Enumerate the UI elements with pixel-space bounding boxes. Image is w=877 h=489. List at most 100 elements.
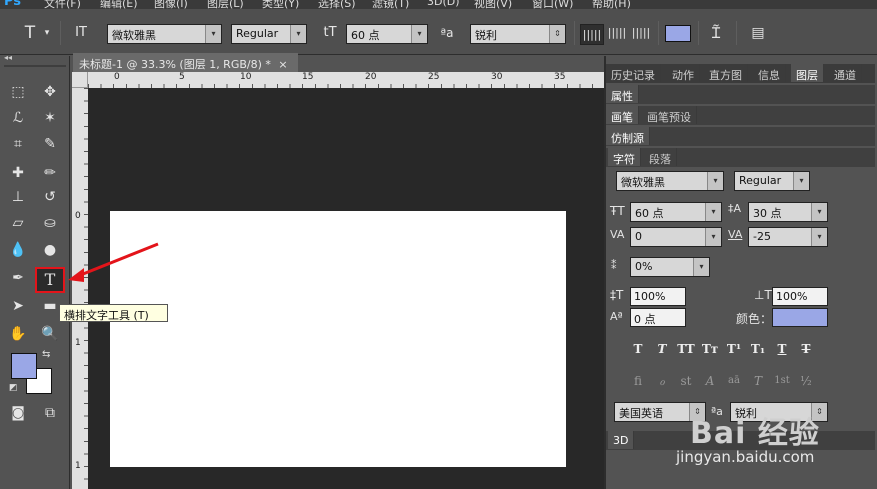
annotation-arrow-icon (68, 242, 159, 282)
small-caps-button[interactable]: Tт (700, 340, 720, 358)
toggle-orientation-icon[interactable]: IT (68, 23, 94, 43)
clone-stamp-tool-icon[interactable]: ⊥ (6, 186, 30, 208)
hand-tool-icon[interactable]: ✋ (6, 323, 30, 345)
tab-properties[interactable]: 属性 (606, 85, 639, 103)
char-leading-field[interactable]: 30 点 ▾ (748, 202, 828, 222)
menu-type[interactable]: 类型(Y) (262, 0, 299, 9)
char-baseline-field[interactable]: 0 点 (630, 308, 686, 327)
tab-brush[interactable]: 画笔 (606, 106, 639, 124)
char-vscale-field[interactable]: 100% (630, 287, 686, 306)
quick-mask-icon[interactable]: ◙ (6, 402, 30, 424)
char-kerning-value: 0 (635, 230, 642, 243)
char-size-field[interactable]: 60 点 ▾ (630, 202, 722, 222)
pen-tool-icon[interactable]: ✒ (6, 267, 30, 289)
brush-tool-icon[interactable]: ✏ (38, 162, 62, 184)
menu-select[interactable]: 选择(S) (318, 0, 356, 9)
menu-edit[interactable]: 编辑(E) (100, 0, 138, 9)
align-right-icon[interactable]: ||||| (630, 23, 652, 43)
dodge-tool-icon[interactable]: ● (38, 239, 62, 261)
superscript-button[interactable]: T¹ (724, 340, 744, 358)
tab-paragraph[interactable]: 段落 (644, 148, 677, 166)
align-center-icon[interactable]: ||||| (606, 23, 628, 43)
healing-brush-tool-icon[interactable]: ✚ (6, 162, 30, 184)
menu-layer[interactable]: 图层(L) (207, 0, 244, 9)
font-family-dropdown[interactable]: 微软雅黑 ▾ (107, 24, 222, 44)
zoom-tool-icon[interactable]: 🔍 (38, 323, 62, 345)
stylistic-alternates-button[interactable]: aā (724, 372, 744, 390)
tab-character[interactable]: 字符 (608, 148, 641, 166)
strikethrough-button[interactable]: T (796, 340, 816, 358)
menu-3d[interactable]: 3D(D) (427, 0, 460, 8)
menu-help[interactable]: 帮助(H) (592, 0, 631, 9)
fractions-button[interactable]: ½ (796, 372, 816, 390)
char-color-swatch[interactable] (772, 308, 828, 327)
faux-bold-button[interactable]: T (628, 340, 648, 358)
old-style-button[interactable]: ℴ (652, 372, 672, 390)
crop-tool-icon[interactable]: ⌗ (6, 133, 30, 155)
warp-text-icon[interactable]: Ɪ̃ (705, 23, 727, 43)
ruler-h-tick: 5 (179, 72, 185, 82)
history-brush-tool-icon[interactable]: ↺ (38, 186, 62, 208)
document-canvas[interactable] (110, 211, 566, 467)
lasso-tool-icon[interactable]: ℒ (6, 107, 30, 129)
magic-wand-tool-icon[interactable]: ✶ (38, 107, 62, 129)
char-hscale-field[interactable]: 100% (772, 287, 828, 306)
paint-bucket-tool-icon[interactable]: ⛀ (38, 212, 62, 234)
vertical-scale-icon: ‡T (610, 288, 624, 302)
menu-filter[interactable]: 滤镜(T) (372, 0, 409, 9)
tab-layers[interactable]: 图层 (791, 64, 824, 82)
antialias-dropdown[interactable]: 锐利 ⇕ (470, 24, 566, 44)
type-tool-icon: T (44, 270, 56, 289)
type-tool-icon[interactable]: T (20, 23, 40, 43)
marquee-tool-icon[interactable]: ⬚ (6, 81, 30, 103)
document-tab[interactable]: 未标题-1 @ 33.3% (图层 1, RGB/8) * × (73, 53, 298, 72)
tab-brush-presets[interactable]: 画笔预设 (642, 106, 697, 124)
screen-mode-icon[interactable]: ⧉ (38, 402, 62, 424)
eraser-tool-icon[interactable]: ▱ (6, 212, 30, 234)
tab-3d[interactable]: 3D (608, 431, 635, 449)
collapse-icon[interactable]: ◂◂ (4, 53, 12, 62)
char-tsume-field[interactable]: 0% ▾ (630, 257, 710, 277)
menu-image[interactable]: 图像(I) (154, 0, 188, 9)
menu-view[interactable]: 视图(V) (474, 0, 512, 9)
ruler-origin[interactable] (72, 72, 88, 88)
default-colors-icon[interactable]: ◩ (9, 383, 18, 393)
horizontal-ruler[interactable]: 0 5 10 15 20 25 30 35 (88, 72, 604, 88)
all-caps-button[interactable]: TT (676, 340, 696, 358)
align-left-button[interactable]: ||||| (580, 24, 604, 45)
tab-info[interactable]: 信息 (753, 64, 786, 82)
font-size-dropdown[interactable]: 60 点 ▾ (346, 24, 428, 44)
vertical-ruler[interactable]: 0 5 1 1 (72, 88, 88, 489)
char-font-family-dropdown[interactable]: 微软雅黑 ▾ (616, 171, 724, 191)
tab-histogram[interactable]: 直方图 (704, 64, 748, 82)
discretionary-ligatures-button[interactable]: st (676, 372, 696, 390)
char-tracking-field[interactable]: -25 ▾ (748, 227, 828, 247)
titling-alternates-button[interactable]: T (748, 372, 768, 390)
menu-window[interactable]: 窗口(W) (532, 0, 573, 9)
eyedropper-tool-icon[interactable]: ✎ (38, 133, 62, 155)
separator (574, 21, 575, 45)
tab-actions[interactable]: 动作 (667, 64, 700, 82)
subscript-button[interactable]: T₁ (748, 340, 768, 358)
char-font-style-dropdown[interactable]: Regular ▾ (734, 171, 810, 191)
close-tab-icon[interactable]: × (278, 58, 287, 71)
font-style-dropdown[interactable]: Regular ▾ (231, 24, 307, 44)
tab-channels[interactable]: 通道 (829, 64, 862, 82)
properties-strip[interactable]: 属性 (606, 85, 875, 104)
faux-italic-button[interactable]: T (652, 340, 672, 358)
ordinals-button[interactable]: 1st (772, 372, 792, 390)
move-tool-icon[interactable]: ✥ (38, 81, 62, 103)
text-color-swatch[interactable] (665, 25, 691, 42)
tool-preset-arrow-icon[interactable]: ▾ (40, 23, 54, 43)
character-panel-icon[interactable]: ▤ (747, 23, 769, 43)
swap-colors-icon[interactable]: ⇆ (42, 349, 50, 360)
tab-clone-source[interactable]: 仿制源 (606, 127, 650, 145)
underline-button[interactable]: T (772, 340, 792, 358)
swash-button[interactable]: A (700, 372, 720, 390)
menu-file[interactable]: 文件(F) (44, 0, 81, 9)
ligatures-button[interactable]: fi (628, 372, 648, 390)
tab-history[interactable]: 历史记录 (606, 64, 661, 82)
char-kerning-field[interactable]: 0 ▾ (630, 227, 722, 247)
blur-tool-icon[interactable]: 💧 (6, 239, 30, 261)
path-selection-tool-icon[interactable]: ➤ (6, 295, 30, 317)
